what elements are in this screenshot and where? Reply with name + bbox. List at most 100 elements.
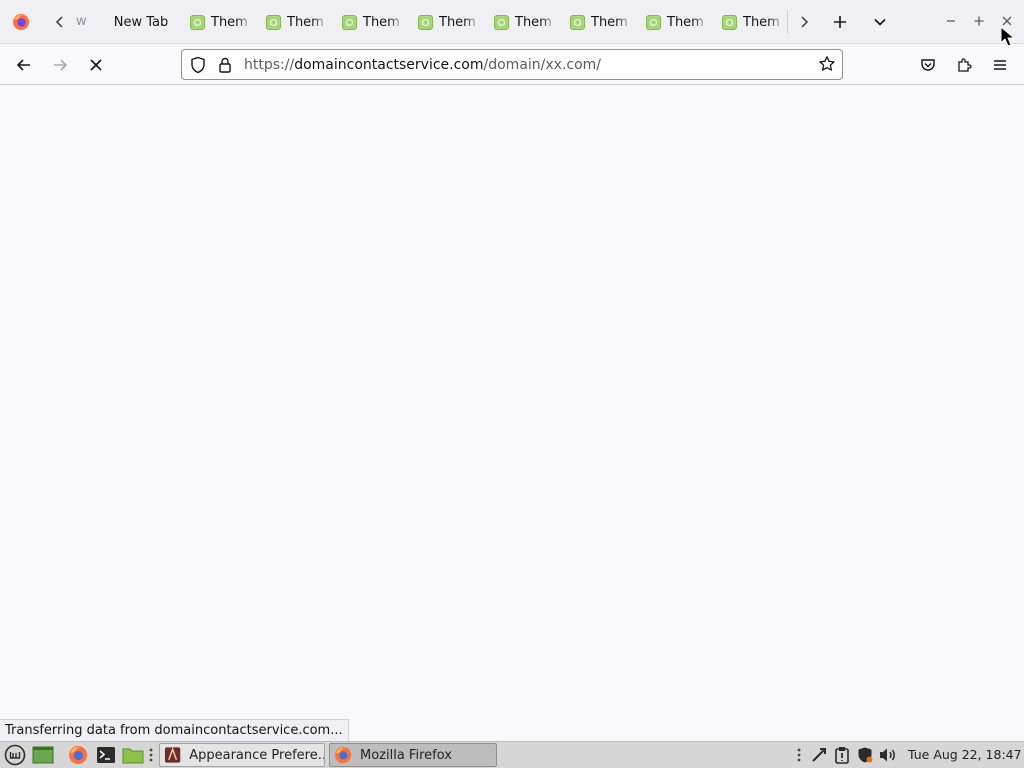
- new-tab-button[interactable]: [828, 10, 852, 34]
- tray-separator: [792, 745, 806, 765]
- theme-favicon-icon: [266, 14, 281, 30]
- firefox-view-button[interactable]: [0, 0, 42, 44]
- theme-favicon-icon: [418, 14, 433, 30]
- tab-theme[interactable]: Them: [334, 7, 410, 37]
- launcher-separator: [146, 744, 156, 766]
- appearance-preferences-icon: [164, 747, 181, 763]
- firefox-launcher[interactable]: [67, 744, 89, 766]
- tab-theme[interactable]: Them: [714, 7, 790, 37]
- show-desktop-button[interactable]: [32, 744, 54, 766]
- scroll-tabs-left-button[interactable]: [48, 10, 72, 34]
- back-button[interactable]: [11, 52, 37, 78]
- url-text[interactable]: https://domaincontactservice.com/domain/…: [244, 57, 601, 73]
- tab-theme[interactable]: Them: [410, 7, 486, 37]
- tab-label: Them: [743, 14, 780, 30]
- lock-icon: [219, 57, 231, 73]
- theme-favicon-icon: [722, 14, 737, 30]
- tab-theme[interactable]: Them: [638, 7, 714, 37]
- navigation-toolbar: https://domaincontactservice.com/domain/…: [0, 45, 1024, 85]
- maximize-icon: [974, 16, 984, 26]
- arrow-left-icon: [16, 59, 30, 71]
- firefox-logo-icon: [69, 746, 87, 764]
- firefox-logo-icon: [334, 746, 352, 764]
- tab-theme[interactable]: Them: [258, 7, 334, 37]
- window-label: Appearance Prefere...: [189, 747, 324, 763]
- url-protocol: https://: [244, 57, 295, 73]
- tab-theme[interactable]: Them: [486, 7, 562, 37]
- pocket-button[interactable]: [915, 52, 941, 78]
- theme-favicon-icon: [646, 14, 661, 30]
- taskbar-window-appearance[interactable]: Appearance Prefere...: [159, 743, 325, 767]
- tab-label: Them: [363, 14, 400, 30]
- url-host: domaincontactservice.com: [294, 57, 484, 73]
- url-path: /domain/xx.com/: [483, 57, 602, 73]
- scroll-tabs-right-button[interactable]: [792, 10, 816, 34]
- terminal-launcher[interactable]: [95, 744, 117, 766]
- status-panel: Transferring data from domaincontactserv…: [0, 719, 349, 741]
- address-bar[interactable]: https://domaincontactservice.com/domain/…: [181, 49, 843, 80]
- window-label: Mozilla Firefox: [360, 747, 452, 763]
- page-content: Transferring data from domaincontactserv…: [0, 86, 1024, 741]
- list-all-tabs-button[interactable]: [868, 10, 892, 34]
- hamburger-menu-icon: [994, 60, 1006, 70]
- tab-partial[interactable]: w: [76, 14, 90, 29]
- tray-network[interactable]: [809, 745, 829, 765]
- tab-theme[interactable]: Them: [182, 7, 258, 37]
- theme-favicon-icon: [190, 14, 205, 30]
- tab-label: Them: [667, 14, 704, 30]
- tab-label: Them: [515, 14, 552, 30]
- clipboard-alert-icon: [835, 747, 849, 764]
- tray-volume[interactable]: [878, 745, 898, 765]
- pocket-icon: [921, 59, 935, 71]
- theme-favicon-icon: [342, 14, 357, 30]
- drag-handle-icon: [149, 748, 153, 762]
- window-minimize-button[interactable]: [940, 10, 962, 32]
- network-icon: [812, 748, 826, 762]
- stop-loading-button[interactable]: [83, 52, 109, 78]
- shield-icon: [191, 56, 205, 74]
- tracking-protection-button[interactable]: [190, 56, 206, 78]
- extensions-button[interactable]: [951, 52, 977, 78]
- chevron-right-icon: [801, 16, 809, 28]
- folder-icon: [122, 748, 144, 764]
- tab-theme[interactable]: Them: [562, 7, 638, 37]
- theme-favicon-icon: [570, 14, 585, 30]
- arrow-right-icon: [54, 59, 68, 71]
- plus-icon: [834, 16, 846, 28]
- files-launcher[interactable]: [122, 744, 144, 766]
- drag-handle-icon: [797, 748, 801, 762]
- tab-strip: w New Tab Them Them Them Them Them Them …: [0, 0, 1024, 44]
- window-maximize-button[interactable]: [968, 10, 990, 32]
- tab-label: Them: [287, 14, 324, 30]
- stop-icon: [90, 59, 102, 71]
- tab-label: New Tab: [113, 14, 169, 30]
- shield-alert-icon: [858, 747, 873, 763]
- tray-update-manager[interactable]: [832, 745, 852, 765]
- tab-label: Them: [439, 14, 476, 30]
- star-icon: [819, 56, 835, 71]
- chevron-left-icon: [55, 16, 63, 28]
- bookmark-button[interactable]: [818, 55, 836, 77]
- chevron-down-icon: [874, 18, 886, 26]
- tab-list: Them Them Them Them Them Them Them Them: [182, 7, 790, 37]
- tray-security[interactable]: [855, 745, 875, 765]
- tab-label: Them: [591, 14, 628, 30]
- puzzle-icon: [958, 58, 972, 72]
- minimize-icon: [947, 20, 955, 22]
- tab-divider: [787, 10, 788, 34]
- site-info-button[interactable]: [218, 56, 232, 78]
- mouse-cursor-icon: [1000, 26, 1016, 47]
- app-menu-button[interactable]: [987, 52, 1013, 78]
- mint-logo-icon: [4, 744, 26, 766]
- firefox-logo-icon: [13, 14, 29, 30]
- taskbar-window-firefox[interactable]: Mozilla Firefox: [329, 743, 497, 767]
- taskbar: Appearance Prefere... Mozilla Firefox Tu…: [0, 741, 1024, 768]
- mint-menu-button[interactable]: [4, 744, 26, 766]
- volume-icon: [880, 748, 895, 762]
- theme-favicon-icon: [494, 14, 509, 30]
- taskbar-clock[interactable]: Tue Aug 22, 18:47: [908, 747, 1022, 762]
- forward-button[interactable]: [47, 52, 73, 78]
- desktop-icon: [32, 746, 54, 764]
- tab-label: Them: [211, 14, 248, 30]
- tab-new-tab[interactable]: New Tab: [104, 7, 178, 37]
